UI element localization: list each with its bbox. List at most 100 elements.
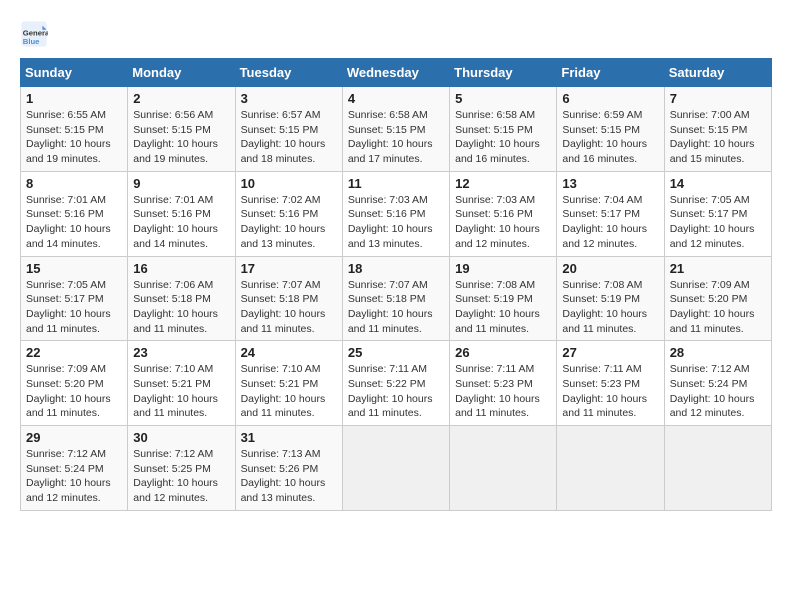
day-info: Sunrise: 7:07 AM Sunset: 5:18 PM Dayligh… (348, 278, 444, 337)
day-number: 24 (241, 345, 337, 360)
column-header-saturday: Saturday (664, 59, 771, 87)
day-number: 25 (348, 345, 444, 360)
day-number: 4 (348, 91, 444, 106)
calendar-cell: 20 Sunrise: 7:08 AM Sunset: 5:19 PM Dayli… (557, 256, 664, 341)
calendar-cell: 29Sunrise: 7:12 AM Sunset: 5:24 PM Dayli… (21, 426, 128, 511)
calendar-cell: 24 Sunrise: 7:10 AM Sunset: 5:21 PM Dayli… (235, 341, 342, 426)
logo: General Blue (20, 20, 52, 48)
calendar-cell: 8Sunrise: 7:01 AM Sunset: 5:16 PM Daylig… (21, 171, 128, 256)
calendar-cell (557, 426, 664, 511)
day-info: Sunrise: 7:08 AM Sunset: 5:19 PM Dayligh… (455, 278, 551, 337)
day-info: Sunrise: 7:03 AM Sunset: 5:16 PM Dayligh… (348, 193, 444, 252)
day-info: Sunrise: 7:12 AM Sunset: 5:25 PM Dayligh… (133, 447, 229, 506)
calendar-cell: 13 Sunrise: 7:04 AM Sunset: 5:17 PM Dayli… (557, 171, 664, 256)
day-info: Sunrise: 7:05 AM Sunset: 5:17 PM Dayligh… (670, 193, 766, 252)
day-info: Sunrise: 7:10 AM Sunset: 5:21 PM Dayligh… (133, 362, 229, 421)
calendar-cell: 26 Sunrise: 7:11 AM Sunset: 5:23 PM Dayli… (450, 341, 557, 426)
day-info: Sunrise: 7:08 AM Sunset: 5:19 PM Dayligh… (562, 278, 658, 337)
day-number: 10 (241, 176, 337, 191)
day-info: Sunrise: 7:01 AM Sunset: 5:16 PM Dayligh… (133, 193, 229, 252)
calendar-cell: 27 Sunrise: 7:11 AM Sunset: 5:23 PM Dayli… (557, 341, 664, 426)
calendar-week-4: 22 Sunrise: 7:09 AM Sunset: 5:20 PM Dayli… (21, 341, 772, 426)
day-number: 15 (26, 261, 122, 276)
day-number: 14 (670, 176, 766, 191)
day-number: 22 (26, 345, 122, 360)
calendar-cell: 9 Sunrise: 7:01 AM Sunset: 5:16 PM Daylig… (128, 171, 235, 256)
calendar-header-row: SundayMondayTuesdayWednesdayThursdayFrid… (21, 59, 772, 87)
column-header-sunday: Sunday (21, 59, 128, 87)
day-number: 19 (455, 261, 551, 276)
page-header: General Blue (20, 20, 772, 48)
day-info: Sunrise: 6:55 AM Sunset: 5:15 PM Dayligh… (26, 108, 122, 167)
calendar-table: SundayMondayTuesdayWednesdayThursdayFrid… (20, 58, 772, 511)
calendar-cell: 11 Sunrise: 7:03 AM Sunset: 5:16 PM Dayli… (342, 171, 449, 256)
calendar-cell: 3Sunrise: 6:57 AM Sunset: 5:15 PM Daylig… (235, 87, 342, 172)
day-info: Sunrise: 7:13 AM Sunset: 5:26 PM Dayligh… (241, 447, 337, 506)
day-info: Sunrise: 7:07 AM Sunset: 5:18 PM Dayligh… (241, 278, 337, 337)
calendar-cell: 14 Sunrise: 7:05 AM Sunset: 5:17 PM Dayli… (664, 171, 771, 256)
day-number: 31 (241, 430, 337, 445)
calendar-week-2: 8Sunrise: 7:01 AM Sunset: 5:16 PM Daylig… (21, 171, 772, 256)
day-info: Sunrise: 7:10 AM Sunset: 5:21 PM Dayligh… (241, 362, 337, 421)
day-number: 20 (562, 261, 658, 276)
calendar-cell: 25Sunrise: 7:11 AM Sunset: 5:22 PM Dayli… (342, 341, 449, 426)
day-info: Sunrise: 7:02 AM Sunset: 5:16 PM Dayligh… (241, 193, 337, 252)
calendar-cell: 19 Sunrise: 7:08 AM Sunset: 5:19 PM Dayli… (450, 256, 557, 341)
calendar-week-5: 29Sunrise: 7:12 AM Sunset: 5:24 PM Dayli… (21, 426, 772, 511)
column-header-friday: Friday (557, 59, 664, 87)
column-header-thursday: Thursday (450, 59, 557, 87)
calendar-cell: 16Sunrise: 7:06 AM Sunset: 5:18 PM Dayli… (128, 256, 235, 341)
day-info: Sunrise: 6:58 AM Sunset: 5:15 PM Dayligh… (348, 108, 444, 167)
day-number: 1 (26, 91, 122, 106)
day-number: 16 (133, 261, 229, 276)
day-number: 27 (562, 345, 658, 360)
calendar-week-1: 1 Sunrise: 6:55 AM Sunset: 5:15 PM Daylig… (21, 87, 772, 172)
day-number: 30 (133, 430, 229, 445)
day-number: 28 (670, 345, 766, 360)
column-header-wednesday: Wednesday (342, 59, 449, 87)
day-number: 18 (348, 261, 444, 276)
calendar-cell: 22 Sunrise: 7:09 AM Sunset: 5:20 PM Dayli… (21, 341, 128, 426)
day-info: Sunrise: 7:09 AM Sunset: 5:20 PM Dayligh… (26, 362, 122, 421)
day-number: 17 (241, 261, 337, 276)
day-info: Sunrise: 6:56 AM Sunset: 5:15 PM Dayligh… (133, 108, 229, 167)
calendar-cell: 12 Sunrise: 7:03 AM Sunset: 5:16 PM Dayli… (450, 171, 557, 256)
day-info: Sunrise: 6:59 AM Sunset: 5:15 PM Dayligh… (562, 108, 658, 167)
svg-text:Blue: Blue (23, 37, 40, 46)
day-info: Sunrise: 7:12 AM Sunset: 5:24 PM Dayligh… (670, 362, 766, 421)
column-header-monday: Monday (128, 59, 235, 87)
day-info: Sunrise: 7:03 AM Sunset: 5:16 PM Dayligh… (455, 193, 551, 252)
calendar-cell: 21 Sunrise: 7:09 AM Sunset: 5:20 PM Dayli… (664, 256, 771, 341)
calendar-week-3: 15 Sunrise: 7:05 AM Sunset: 5:17 PM Dayli… (21, 256, 772, 341)
day-info: Sunrise: 7:01 AM Sunset: 5:16 PM Dayligh… (26, 193, 122, 252)
day-number: 5 (455, 91, 551, 106)
day-number: 9 (133, 176, 229, 191)
day-info: Sunrise: 7:11 AM Sunset: 5:23 PM Dayligh… (455, 362, 551, 421)
calendar-cell: 17 Sunrise: 7:07 AM Sunset: 5:18 PM Dayli… (235, 256, 342, 341)
day-info: Sunrise: 7:05 AM Sunset: 5:17 PM Dayligh… (26, 278, 122, 337)
day-info: Sunrise: 7:09 AM Sunset: 5:20 PM Dayligh… (670, 278, 766, 337)
day-number: 21 (670, 261, 766, 276)
calendar-cell: 28 Sunrise: 7:12 AM Sunset: 5:24 PM Dayli… (664, 341, 771, 426)
calendar-cell: 31 Sunrise: 7:13 AM Sunset: 5:26 PM Dayli… (235, 426, 342, 511)
calendar-cell: 4 Sunrise: 6:58 AM Sunset: 5:15 PM Daylig… (342, 87, 449, 172)
day-number: 6 (562, 91, 658, 106)
day-info: Sunrise: 7:11 AM Sunset: 5:23 PM Dayligh… (562, 362, 658, 421)
calendar-cell (664, 426, 771, 511)
day-number: 12 (455, 176, 551, 191)
day-number: 7 (670, 91, 766, 106)
calendar-cell: 2 Sunrise: 6:56 AM Sunset: 5:15 PM Daylig… (128, 87, 235, 172)
logo-icon: General Blue (20, 20, 48, 48)
column-header-tuesday: Tuesday (235, 59, 342, 87)
day-number: 13 (562, 176, 658, 191)
calendar-cell: 30 Sunrise: 7:12 AM Sunset: 5:25 PM Dayli… (128, 426, 235, 511)
calendar-cell: 18 Sunrise: 7:07 AM Sunset: 5:18 PM Dayli… (342, 256, 449, 341)
day-info: Sunrise: 7:04 AM Sunset: 5:17 PM Dayligh… (562, 193, 658, 252)
day-number: 26 (455, 345, 551, 360)
day-number: 11 (348, 176, 444, 191)
calendar-cell: 15 Sunrise: 7:05 AM Sunset: 5:17 PM Dayli… (21, 256, 128, 341)
day-info: Sunrise: 6:58 AM Sunset: 5:15 PM Dayligh… (455, 108, 551, 167)
calendar-cell (342, 426, 449, 511)
calendar-cell: 1 Sunrise: 6:55 AM Sunset: 5:15 PM Daylig… (21, 87, 128, 172)
day-number: 2 (133, 91, 229, 106)
